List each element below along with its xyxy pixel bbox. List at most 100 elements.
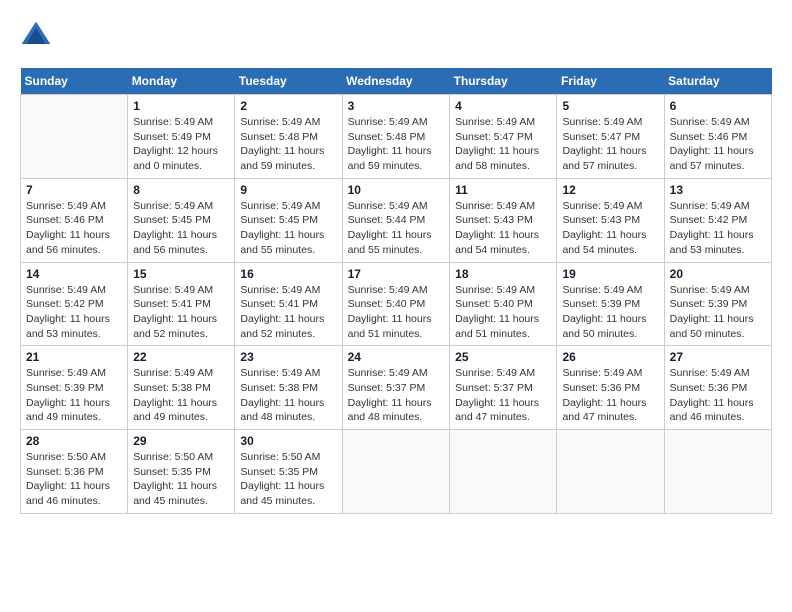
day-info: Sunrise: 5:50 AMSunset: 5:36 PMDaylight:… xyxy=(26,450,122,509)
calendar-cell: 30 Sunrise: 5:50 AMSunset: 5:35 PMDayligh… xyxy=(235,430,342,514)
day-number: 19 xyxy=(562,267,658,281)
calendar-cell: 10 Sunrise: 5:49 AMSunset: 5:44 PMDayligh… xyxy=(342,178,450,262)
calendar-header-monday: Monday xyxy=(128,68,235,95)
day-info: Sunrise: 5:49 AMSunset: 5:39 PMDaylight:… xyxy=(670,283,766,342)
day-info: Sunrise: 5:49 AMSunset: 5:49 PMDaylight:… xyxy=(133,115,229,174)
day-info: Sunrise: 5:49 AMSunset: 5:37 PMDaylight:… xyxy=(348,366,445,425)
day-info: Sunrise: 5:49 AMSunset: 5:48 PMDaylight:… xyxy=(348,115,445,174)
day-info: Sunrise: 5:49 AMSunset: 5:43 PMDaylight:… xyxy=(455,199,551,258)
calendar-cell: 9 Sunrise: 5:49 AMSunset: 5:45 PMDaylight… xyxy=(235,178,342,262)
day-number: 16 xyxy=(240,267,336,281)
calendar-cell: 18 Sunrise: 5:49 AMSunset: 5:40 PMDayligh… xyxy=(450,262,557,346)
calendar-cell: 29 Sunrise: 5:50 AMSunset: 5:35 PMDayligh… xyxy=(128,430,235,514)
calendar-week-row: 7Sunrise: 5:49 AMSunset: 5:46 PMDaylight… xyxy=(21,178,772,262)
day-number: 12 xyxy=(562,183,658,197)
calendar-cell: 4 Sunrise: 5:49 AMSunset: 5:47 PMDaylight… xyxy=(450,95,557,179)
calendar-cell: 25 Sunrise: 5:49 AMSunset: 5:37 PMDayligh… xyxy=(450,346,557,430)
day-number: 30 xyxy=(240,434,336,448)
day-info: Sunrise: 5:49 AMSunset: 5:42 PMDaylight:… xyxy=(670,199,766,258)
day-number: 23 xyxy=(240,350,336,364)
day-info: Sunrise: 5:49 AMSunset: 5:47 PMDaylight:… xyxy=(455,115,551,174)
day-info: Sunrise: 5:49 AMSunset: 5:38 PMDaylight:… xyxy=(133,366,229,425)
calendar-header-tuesday: Tuesday xyxy=(235,68,342,95)
day-number: 8 xyxy=(133,183,229,197)
calendar-header-row: SundayMondayTuesdayWednesdayThursdayFrid… xyxy=(21,68,772,95)
calendar-cell: 12 Sunrise: 5:49 AMSunset: 5:43 PMDayligh… xyxy=(557,178,664,262)
day-number: 17 xyxy=(348,267,445,281)
calendar-cell: 28 Sunrise: 5:50 AMSunset: 5:36 PMDayligh… xyxy=(21,430,128,514)
day-number: 24 xyxy=(348,350,445,364)
day-number: 20 xyxy=(670,267,766,281)
calendar-week-row: 1Sunrise: 5:49 AMSunset: 5:49 PMDaylight… xyxy=(21,95,772,179)
calendar-week-row: 28 Sunrise: 5:50 AMSunset: 5:36 PMDayligh… xyxy=(21,430,772,514)
day-number: 4 xyxy=(455,99,551,113)
calendar-cell: 20 Sunrise: 5:49 AMSunset: 5:39 PMDayligh… xyxy=(664,262,771,346)
day-info: Sunrise: 5:49 AMSunset: 5:38 PMDaylight:… xyxy=(240,366,336,425)
day-number: 28 xyxy=(26,434,122,448)
day-info: Sunrise: 5:49 AMSunset: 5:45 PMDaylight:… xyxy=(240,199,336,258)
day-number: 21 xyxy=(26,350,122,364)
calendar-cell: 7Sunrise: 5:49 AMSunset: 5:46 PMDaylight… xyxy=(21,178,128,262)
calendar-cell: 27 Sunrise: 5:49 AMSunset: 5:36 PMDayligh… xyxy=(664,346,771,430)
logo-icon xyxy=(20,20,52,52)
day-number: 14 xyxy=(26,267,122,281)
page-header xyxy=(20,20,772,52)
day-info: Sunrise: 5:49 AMSunset: 5:44 PMDaylight:… xyxy=(348,199,445,258)
day-info: Sunrise: 5:49 AMSunset: 5:36 PMDaylight:… xyxy=(562,366,658,425)
day-number: 18 xyxy=(455,267,551,281)
day-number: 11 xyxy=(455,183,551,197)
calendar-cell xyxy=(342,430,450,514)
calendar-cell xyxy=(664,430,771,514)
calendar-cell: 19Sunrise: 5:49 AMSunset: 5:39 PMDayligh… xyxy=(557,262,664,346)
day-number: 5 xyxy=(562,99,658,113)
day-info: Sunrise: 5:49 AMSunset: 5:36 PMDaylight:… xyxy=(670,366,766,425)
calendar-cell: 23 Sunrise: 5:49 AMSunset: 5:38 PMDayligh… xyxy=(235,346,342,430)
calendar-header-friday: Friday xyxy=(557,68,664,95)
day-info: Sunrise: 5:49 AMSunset: 5:46 PMDaylight:… xyxy=(670,115,766,174)
calendar-cell: 17Sunrise: 5:49 AMSunset: 5:40 PMDayligh… xyxy=(342,262,450,346)
calendar-cell: 2Sunrise: 5:49 AMSunset: 5:48 PMDaylight… xyxy=(235,95,342,179)
day-number: 6 xyxy=(670,99,766,113)
calendar-cell: 16 Sunrise: 5:49 AMSunset: 5:41 PMDayligh… xyxy=(235,262,342,346)
calendar-cell: 3 Sunrise: 5:49 AMSunset: 5:48 PMDaylight… xyxy=(342,95,450,179)
day-info: Sunrise: 5:49 AMSunset: 5:43 PMDaylight:… xyxy=(562,199,658,258)
calendar-table: SundayMondayTuesdayWednesdayThursdayFrid… xyxy=(20,68,772,514)
day-number: 3 xyxy=(348,99,445,113)
calendar-cell: 26Sunrise: 5:49 AMSunset: 5:36 PMDayligh… xyxy=(557,346,664,430)
day-info: Sunrise: 5:49 AMSunset: 5:39 PMDaylight:… xyxy=(26,366,122,425)
calendar-cell xyxy=(450,430,557,514)
calendar-cell: 1Sunrise: 5:49 AMSunset: 5:49 PMDaylight… xyxy=(128,95,235,179)
day-info: Sunrise: 5:49 AMSunset: 5:45 PMDaylight:… xyxy=(133,199,229,258)
day-info: Sunrise: 5:49 AMSunset: 5:46 PMDaylight:… xyxy=(26,199,122,258)
day-number: 9 xyxy=(240,183,336,197)
day-info: Sunrise: 5:49 AMSunset: 5:47 PMDaylight:… xyxy=(562,115,658,174)
day-number: 15 xyxy=(133,267,229,281)
day-info: Sunrise: 5:50 AMSunset: 5:35 PMDaylight:… xyxy=(240,450,336,509)
calendar-cell xyxy=(21,95,128,179)
day-number: 25 xyxy=(455,350,551,364)
calendar-week-row: 21 Sunrise: 5:49 AMSunset: 5:39 PMDayligh… xyxy=(21,346,772,430)
calendar-header-sunday: Sunday xyxy=(21,68,128,95)
day-number: 27 xyxy=(670,350,766,364)
day-info: Sunrise: 5:49 AMSunset: 5:40 PMDaylight:… xyxy=(455,283,551,342)
day-info: Sunrise: 5:49 AMSunset: 5:41 PMDaylight:… xyxy=(240,283,336,342)
logo xyxy=(20,20,56,52)
day-info: Sunrise: 5:49 AMSunset: 5:42 PMDaylight:… xyxy=(26,283,122,342)
calendar-cell: 24 Sunrise: 5:49 AMSunset: 5:37 PMDayligh… xyxy=(342,346,450,430)
day-info: Sunrise: 5:50 AMSunset: 5:35 PMDaylight:… xyxy=(133,450,229,509)
day-info: Sunrise: 5:49 AMSunset: 5:37 PMDaylight:… xyxy=(455,366,551,425)
calendar-cell: 11 Sunrise: 5:49 AMSunset: 5:43 PMDayligh… xyxy=(450,178,557,262)
calendar-week-row: 14 Sunrise: 5:49 AMSunset: 5:42 PMDayligh… xyxy=(21,262,772,346)
day-number: 10 xyxy=(348,183,445,197)
calendar-cell: 22Sunrise: 5:49 AMSunset: 5:38 PMDayligh… xyxy=(128,346,235,430)
calendar-cell: 5 Sunrise: 5:49 AMSunset: 5:47 PMDaylight… xyxy=(557,95,664,179)
calendar-cell: 8 Sunrise: 5:49 AMSunset: 5:45 PMDaylight… xyxy=(128,178,235,262)
calendar-cell: 21 Sunrise: 5:49 AMSunset: 5:39 PMDayligh… xyxy=(21,346,128,430)
calendar-cell: 6 Sunrise: 5:49 AMSunset: 5:46 PMDaylight… xyxy=(664,95,771,179)
day-info: Sunrise: 5:49 AMSunset: 5:41 PMDaylight:… xyxy=(133,283,229,342)
calendar-cell: 13Sunrise: 5:49 AMSunset: 5:42 PMDayligh… xyxy=(664,178,771,262)
day-number: 29 xyxy=(133,434,229,448)
calendar-header-wednesday: Wednesday xyxy=(342,68,450,95)
day-info: Sunrise: 5:49 AMSunset: 5:48 PMDaylight:… xyxy=(240,115,336,174)
calendar-cell: 15 Sunrise: 5:49 AMSunset: 5:41 PMDayligh… xyxy=(128,262,235,346)
